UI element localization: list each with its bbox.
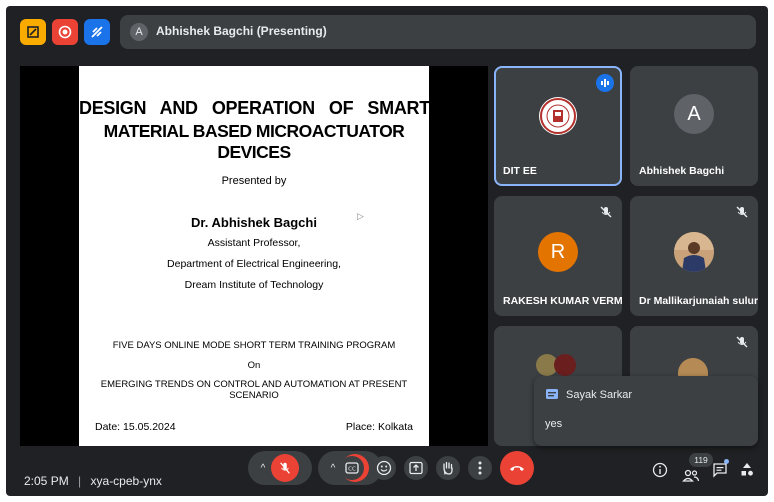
speaking-indicator-icon	[596, 74, 614, 92]
present-button[interactable]	[404, 456, 428, 480]
participant-photo	[674, 232, 714, 272]
presentation-stage: DESIGN AND OPERATION OF SMART MATERIAL B…	[20, 66, 488, 446]
chat-message: yes	[545, 418, 563, 430]
participant-tile-mallikarjunaiah[interactable]: Dr Mallikarjunaiah suluru	[630, 196, 758, 316]
mic-off-icon	[736, 336, 748, 348]
participant-name: DIT EE	[503, 165, 537, 177]
people-button[interactable]	[682, 468, 700, 489]
slide-date: Date: 15.05.2024	[95, 421, 176, 433]
avatar: R	[538, 232, 578, 272]
meeting-details-button[interactable]	[652, 462, 668, 483]
participant-tile-abhishek[interactable]: A Abhishek Bagchi	[630, 66, 758, 186]
avatar: A	[674, 94, 714, 134]
slide-designation: Assistant Professor,	[207, 237, 301, 249]
slide-institute: Dream Institute of Technology	[184, 279, 324, 291]
captions-icon: CC	[345, 462, 359, 474]
info-separator: |	[78, 474, 82, 488]
participant-photo	[678, 358, 708, 376]
chat-icon	[713, 463, 727, 478]
institute-logo-icon	[539, 97, 577, 135]
participant-count-badge: 119	[689, 453, 713, 467]
participant-tile-dit-ee[interactable]: DIT EE	[494, 66, 622, 186]
emoji-icon	[376, 460, 392, 476]
clock-time: 2:05 PM	[24, 474, 69, 488]
slide-program-line3: EMERGING TRENDS ON CONTROL AND AUTOMATIO…	[100, 379, 408, 401]
chat-button[interactable]	[712, 459, 729, 483]
whiteboard-icon[interactable]	[20, 19, 46, 45]
people-icon	[682, 469, 700, 482]
chat-notification[interactable]: Sayak Sarkar yes	[534, 376, 758, 446]
record-icon[interactable]	[52, 19, 78, 45]
microphone-control[interactable]: ^	[248, 451, 312, 485]
mic-options-chevron-icon[interactable]: ^	[261, 463, 266, 474]
raise-hand-button[interactable]	[436, 456, 460, 480]
participant-photo	[536, 354, 582, 376]
participant-name: RAKESH KUMAR VERMA	[503, 295, 622, 307]
activities-icon[interactable]	[84, 19, 110, 45]
slide-presented-by: Presented by	[221, 175, 287, 187]
slide-title-line2: MATERIAL BASED MICROACTUATOR DEVICES	[103, 121, 405, 162]
mic-off-icon	[736, 206, 748, 218]
end-call-icon	[510, 466, 524, 471]
more-vert-icon	[478, 461, 482, 475]
activities-button[interactable]	[739, 461, 755, 484]
unread-dot-icon	[724, 459, 729, 464]
captions-button[interactable]: CC	[340, 456, 364, 480]
meet-window: A Abhishek Bagchi (Presenting) DESIGN AN…	[6, 6, 768, 496]
slide-author: Dr. Abhishek Bagchi	[191, 215, 317, 230]
chat-sender: Sayak Sarkar	[566, 389, 633, 401]
reactions-button[interactable]	[372, 456, 396, 480]
camera-options-chevron-icon[interactable]: ^	[331, 463, 336, 474]
meeting-code: xya-cpeb-ynx	[90, 474, 162, 488]
presenter-label: Abhishek Bagchi (Presenting)	[156, 24, 327, 38]
chat-icon	[546, 389, 558, 399]
participant-name: Abhishek Bagchi	[639, 165, 725, 177]
mic-off-icon	[600, 206, 612, 218]
hand-icon	[443, 461, 453, 475]
leave-call-button[interactable]	[500, 451, 534, 485]
slide-department: Department of Electrical Engineering,	[167, 258, 341, 270]
mouse-cursor-icon: ▷	[357, 211, 364, 221]
presenter-avatar: A	[130, 23, 148, 41]
more-options-button[interactable]	[468, 456, 492, 480]
slide-program-line2: On	[247, 360, 261, 371]
participant-name: Dr Mallikarjunaiah suluru	[639, 295, 758, 307]
slide-title-line1: DESIGN AND OPERATION OF SMART	[79, 98, 430, 118]
svg-text:CC: CC	[348, 467, 356, 473]
participant-tile-rakesh[interactable]: R RAKESH KUMAR VERMA	[494, 196, 622, 316]
info-icon	[652, 462, 668, 478]
present-screen-icon	[409, 461, 423, 475]
slide-program-line1: FIVE DAYS ONLINE MODE SHORT TERM TRAININ…	[112, 340, 396, 351]
slide: DESIGN AND OPERATION OF SMART MATERIAL B…	[79, 66, 430, 446]
slide-place: Place: Kolkata	[345, 421, 413, 433]
presenter-banner: A Abhishek Bagchi (Presenting)	[120, 15, 756, 49]
meeting-info: 2:05 PM | xya-cpeb-ynx	[24, 474, 162, 488]
mic-off-icon[interactable]	[271, 454, 300, 482]
activities-shapes-icon	[741, 463, 753, 476]
